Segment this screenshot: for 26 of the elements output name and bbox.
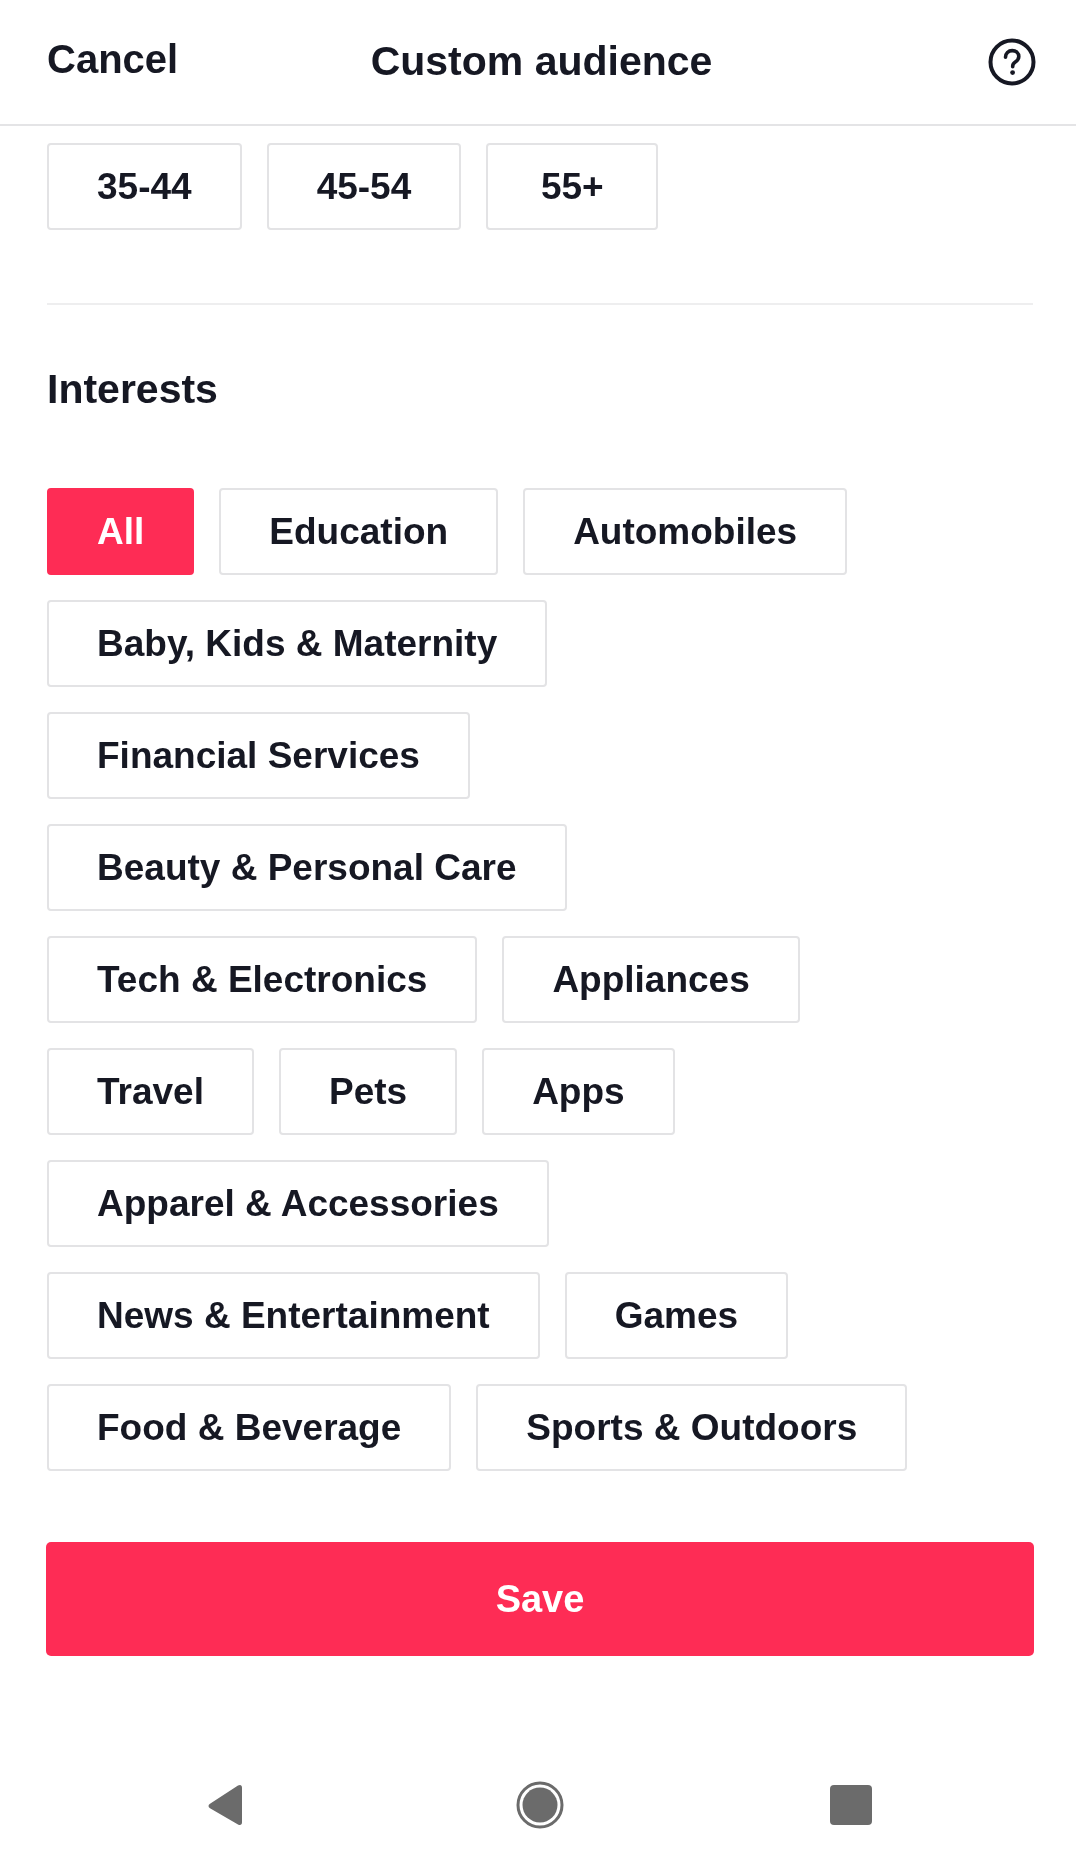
section-title: Interests — [47, 365, 218, 414]
interest-chip[interactable]: Sports & Outdoors — [476, 1384, 908, 1471]
interest-chip[interactable]: Games — [564, 1272, 789, 1359]
page-title: Custom audience — [370, 38, 713, 86]
age-range-chip[interactable]: 45-54 — [266, 143, 462, 230]
interest-chip[interactable]: Travel — [47, 1048, 254, 1135]
interest-chip[interactable]: Automobiles — [523, 488, 848, 575]
interest-chip[interactable]: Education — [219, 488, 499, 575]
save-button[interactable]: Save — [46, 1542, 1034, 1656]
interest-chip[interactable]: Beauty & Personal Care — [47, 824, 567, 911]
interest-chip[interactable]: Appliances — [502, 936, 800, 1023]
interest-chip[interactable]: Apparel & Accessories — [47, 1160, 549, 1247]
age-range-chip[interactable]: 35-44 — [47, 143, 242, 230]
interest-chip[interactable]: Apps — [482, 1048, 675, 1135]
interest-chip[interactable]: Tech & Electronics — [47, 936, 478, 1023]
interest-chip[interactable]: Food & Beverage — [47, 1384, 452, 1471]
interest-chip[interactable]: All — [47, 488, 195, 575]
interest-chip[interactable]: News & Entertainment — [47, 1272, 540, 1359]
interest-chip[interactable]: Baby, Kids & Maternity — [47, 600, 548, 687]
age-range-chip[interactable]: 55+ — [486, 143, 659, 230]
home-icon[interactable] — [516, 1781, 564, 1829]
back-icon[interactable] — [206, 1783, 244, 1827]
cancel-button[interactable]: Cancel — [47, 36, 179, 82]
interest-chip[interactable]: Pets — [279, 1048, 458, 1135]
help-icon[interactable] — [988, 38, 1036, 86]
interest-chip[interactable]: Financial Services — [47, 712, 470, 799]
